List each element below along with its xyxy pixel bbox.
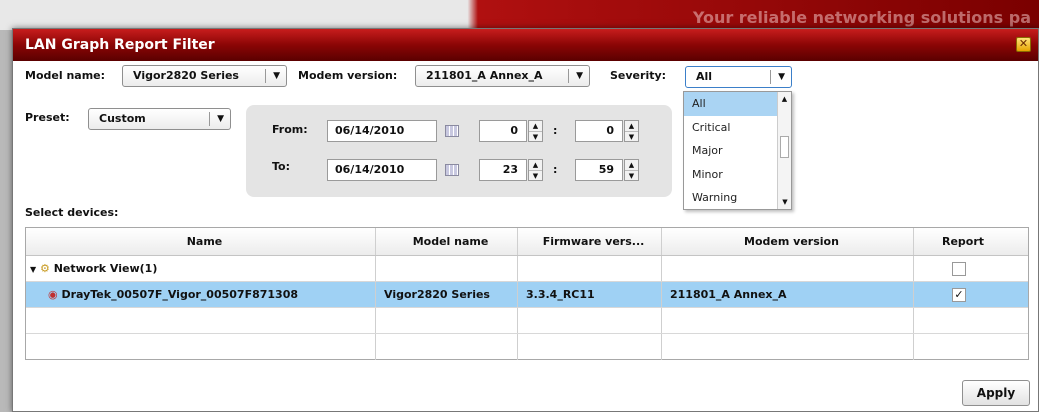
row-modem	[662, 256, 914, 281]
table-row[interactable]: ◉ DrayTek_00507F_Vigor_00507F871308 Vigo…	[26, 282, 1028, 308]
report-filter-dialog: LAN Graph Report Filter ✕ Model name: Vi…	[12, 28, 1039, 412]
expand-triangle-icon[interactable]: ▼	[30, 265, 36, 274]
severity-option-major[interactable]: Major	[684, 139, 791, 163]
calendar-icon[interactable]	[445, 125, 459, 137]
to-minute-stepper[interactable]: ▲ ▼	[624, 159, 639, 181]
to-label: To:	[272, 160, 290, 173]
modem-version-label: Modem version:	[298, 69, 398, 82]
dialog-title: LAN Graph Report Filter	[25, 37, 215, 53]
to-hour-input[interactable]: 23	[479, 159, 527, 181]
table-row-empty	[26, 334, 1028, 360]
model-name-label: Model name:	[25, 69, 106, 82]
row-firmware: 3.3.4_RC11	[518, 282, 662, 307]
from-minute-input[interactable]: 0	[575, 120, 623, 142]
apply-button[interactable]: Apply	[962, 380, 1030, 406]
report-checkbox[interactable]	[952, 262, 966, 276]
scroll-thumb[interactable]	[780, 136, 789, 158]
row-modem: 211801_A Annex_A	[662, 282, 914, 307]
device-name-cell[interactable]: ◉ DrayTek_00507F_Vigor_00507F871308	[26, 282, 376, 307]
column-header-firmware[interactable]: Firmware vers...	[518, 228, 662, 255]
row-model	[376, 256, 518, 281]
to-date-input[interactable]: 06/14/2010	[327, 159, 437, 181]
column-header-modem[interactable]: Modem version	[662, 228, 914, 255]
dialog-titlebar: LAN Graph Report Filter ✕	[13, 29, 1038, 61]
background-sidebar	[0, 30, 12, 412]
column-header-report[interactable]: Report	[914, 228, 1004, 255]
from-label: From:	[272, 123, 308, 136]
modem-version-select[interactable]: 211801_A Annex_A ▼	[415, 65, 590, 87]
severity-option-warning[interactable]: Warning	[684, 186, 791, 210]
devices-table: Name Model name Firmware vers... Modem v…	[25, 227, 1029, 360]
time-separator: :	[553, 163, 558, 176]
select-devices-label: Select devices:	[25, 206, 119, 219]
severity-dropdown-list: All Critical Major Minor Warning ▲ ▼	[683, 91, 792, 210]
close-icon[interactable]: ✕	[1016, 37, 1031, 52]
background-slogan: Your reliable networking solutions pa	[692, 8, 1031, 27]
chevron-down-icon: ▼	[273, 71, 280, 81]
model-name-value: Vigor2820 Series	[133, 69, 239, 82]
calendar-icon[interactable]	[445, 164, 459, 176]
time-separator: :	[553, 124, 558, 137]
table-header: Name Model name Firmware vers... Modem v…	[26, 228, 1028, 256]
from-date-input[interactable]: 06/14/2010	[327, 120, 437, 142]
tree-node-network-view[interactable]: ▼ ⚙ Network View(1)	[26, 256, 376, 281]
scroll-down-icon[interactable]: ▼	[778, 195, 792, 209]
from-hour-stepper[interactable]: ▲ ▼	[528, 120, 543, 142]
to-minute-input[interactable]: 59	[575, 159, 623, 181]
severity-label: Severity:	[610, 69, 667, 82]
date-range-panel: From: 06/14/2010 0 ▲ ▼ : 0 ▲ ▼ To: 06/14/2…	[246, 105, 672, 197]
network-group-icon: ⚙	[40, 262, 50, 275]
report-cell	[914, 256, 1004, 281]
severity-option-minor[interactable]: Minor	[684, 163, 791, 187]
preset-value: Custom	[99, 112, 146, 125]
device-name: DrayTek_00507F_Vigor_00507F871308	[61, 288, 299, 301]
chevron-down-icon: ▼	[217, 114, 224, 124]
preset-label: Preset:	[25, 111, 70, 124]
from-hour-input[interactable]: 0	[479, 120, 527, 142]
background-header: Your reliable networking solutions pa	[0, 0, 1039, 30]
to-hour-stepper[interactable]: ▲ ▼	[528, 159, 543, 181]
severity-option-critical[interactable]: Critical	[684, 116, 791, 140]
row-model: Vigor2820 Series	[376, 282, 518, 307]
preset-select[interactable]: Custom ▼	[88, 108, 231, 130]
column-header-model[interactable]: Model name	[376, 228, 518, 255]
severity-value: All	[696, 70, 713, 83]
table-row-empty	[26, 308, 1028, 334]
column-header-name[interactable]: Name	[26, 228, 376, 255]
severity-option-all[interactable]: All	[684, 92, 791, 116]
report-checkbox[interactable]: ✓	[952, 288, 966, 302]
chevron-down-icon: ▼	[576, 71, 583, 81]
dropdown-scrollbar[interactable]: ▲ ▼	[777, 92, 791, 209]
report-cell: ✓	[914, 282, 1004, 307]
row-firmware	[518, 256, 662, 281]
chevron-down-icon: ▼	[778, 72, 785, 82]
table-row[interactable]: ▼ ⚙ Network View(1)	[26, 256, 1028, 282]
network-view-label: Network View(1)	[53, 262, 158, 275]
severity-select[interactable]: All ▼	[685, 66, 792, 88]
router-icon: ◉	[48, 288, 58, 301]
from-minute-stepper[interactable]: ▲ ▼	[624, 120, 639, 142]
model-name-select[interactable]: Vigor2820 Series ▼	[122, 65, 287, 87]
modem-version-value: 211801_A Annex_A	[426, 69, 543, 82]
scroll-up-icon[interactable]: ▲	[778, 92, 791, 106]
